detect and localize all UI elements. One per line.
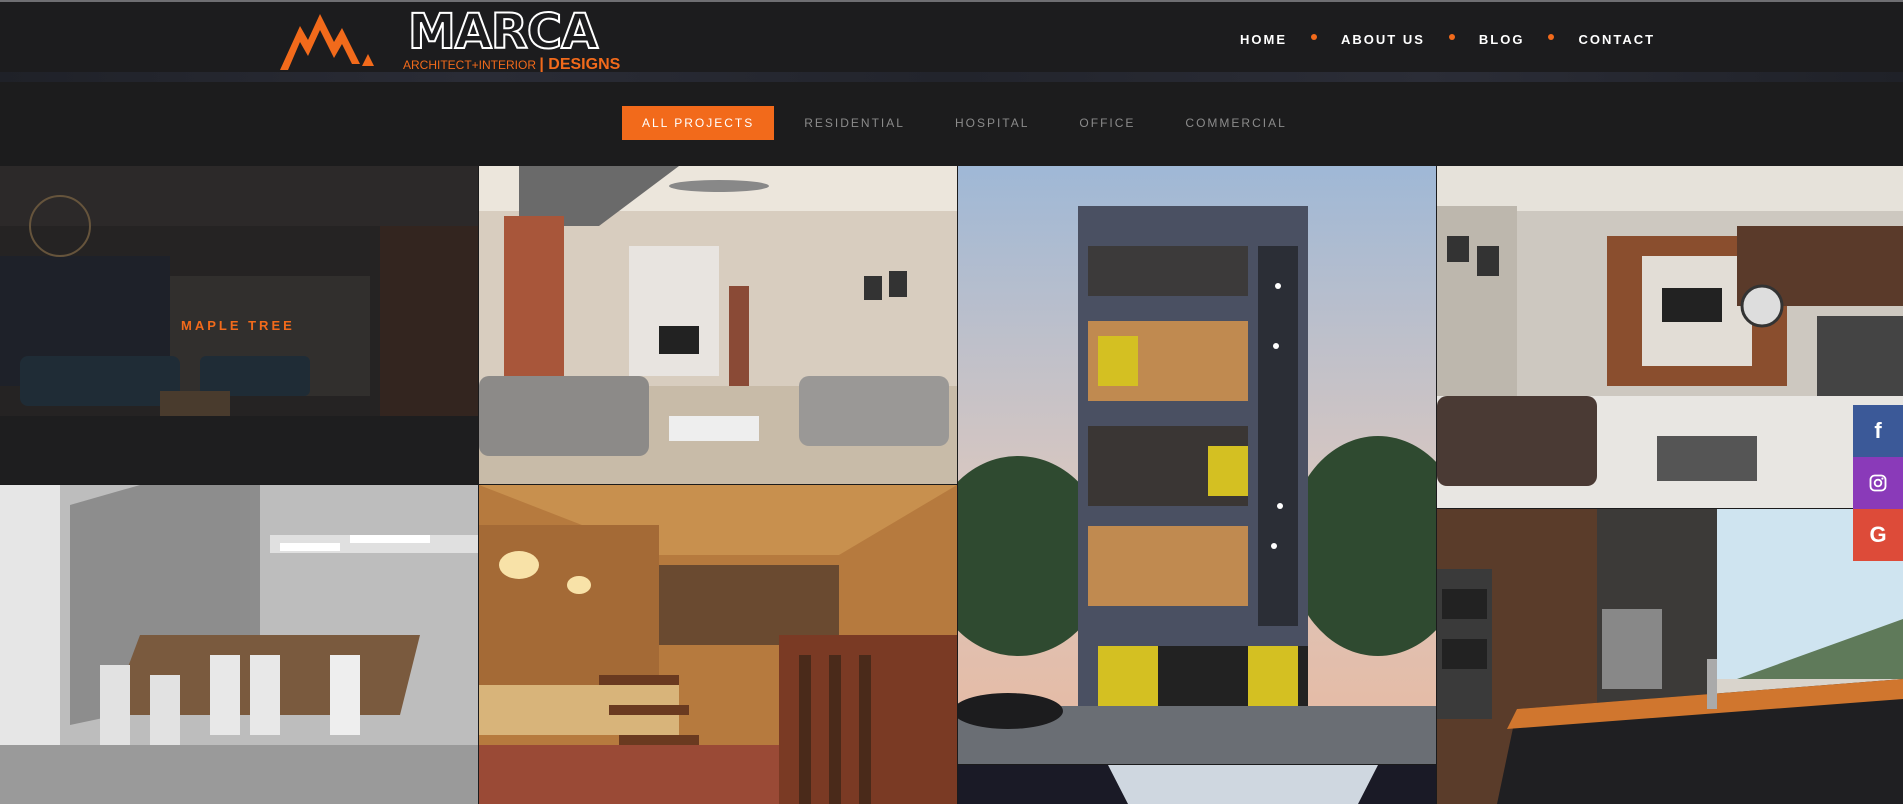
project-title: MAPLE TREE bbox=[181, 317, 295, 333]
main-nav: HOME ABOUT US BLOG CONTACT bbox=[1240, 4, 1655, 74]
project-gallery: MAPLE TREE bbox=[0, 166, 1903, 804]
living-room-image bbox=[1437, 166, 1903, 508]
project-tile[interactable] bbox=[1437, 166, 1903, 508]
facebook-icon: f bbox=[1874, 418, 1882, 443]
nav-separator-dot bbox=[1448, 34, 1455, 40]
kitchen-image bbox=[1437, 509, 1903, 804]
brand-logo[interactable]: MARCA ARCHITECT+INTERIOR | DESIGNS bbox=[278, 4, 620, 74]
filter-office[interactable]: OFFICE bbox=[1059, 106, 1155, 140]
living-room-image bbox=[479, 166, 957, 484]
project-tile[interactable] bbox=[0, 485, 478, 804]
header-band bbox=[0, 72, 1903, 82]
nav-blog[interactable]: BLOG bbox=[1479, 32, 1525, 47]
nav-separator-dot bbox=[1548, 34, 1555, 40]
facebook-button[interactable]: f bbox=[1853, 405, 1903, 457]
project-tile[interactable] bbox=[958, 765, 1436, 804]
instagram-button[interactable] bbox=[1853, 457, 1903, 509]
filter-residential[interactable]: RESIDENTIAL bbox=[784, 106, 925, 140]
project-tile-maple-tree[interactable]: MAPLE TREE bbox=[0, 166, 478, 484]
nav-separator-dot bbox=[1311, 34, 1317, 40]
site-header: MARCA ARCHITECT+INTERIOR | DESIGNS HOME … bbox=[0, 2, 1903, 74]
project-tile[interactable] bbox=[479, 485, 957, 804]
ceiling-image bbox=[958, 765, 1436, 804]
filter-hospital[interactable]: HOSPITAL bbox=[935, 106, 1049, 140]
nav-home[interactable]: HOME bbox=[1240, 32, 1287, 47]
logo-tagline-text: ARCHITECT+INTERIOR bbox=[403, 58, 537, 72]
nav-about-us[interactable]: ABOUT US bbox=[1341, 32, 1425, 47]
google-icon: G bbox=[1869, 522, 1887, 547]
project-tile[interactable] bbox=[958, 166, 1436, 764]
tile-hover-overlay: MAPLE TREE bbox=[0, 166, 478, 484]
project-filters: ALL PROJECTS RESIDENTIAL HOSPITAL OFFICE… bbox=[622, 106, 1317, 140]
instagram-icon bbox=[1869, 474, 1887, 492]
logo-wordmark: MARCA bbox=[407, 4, 599, 60]
restaurant-image bbox=[479, 485, 957, 804]
filter-commercial[interactable]: COMMERCIAL bbox=[1165, 106, 1306, 140]
google-button[interactable]: G bbox=[1853, 509, 1903, 561]
filter-all-projects[interactable]: ALL PROJECTS bbox=[622, 106, 775, 140]
conference-room-image bbox=[0, 485, 478, 804]
building-facade-image bbox=[958, 166, 1436, 764]
logo-tagline-suffix: | DESIGNS bbox=[539, 56, 621, 73]
project-tile[interactable] bbox=[1437, 509, 1903, 804]
nav-contact[interactable]: CONTACT bbox=[1578, 32, 1655, 47]
project-tile[interactable] bbox=[479, 166, 957, 484]
